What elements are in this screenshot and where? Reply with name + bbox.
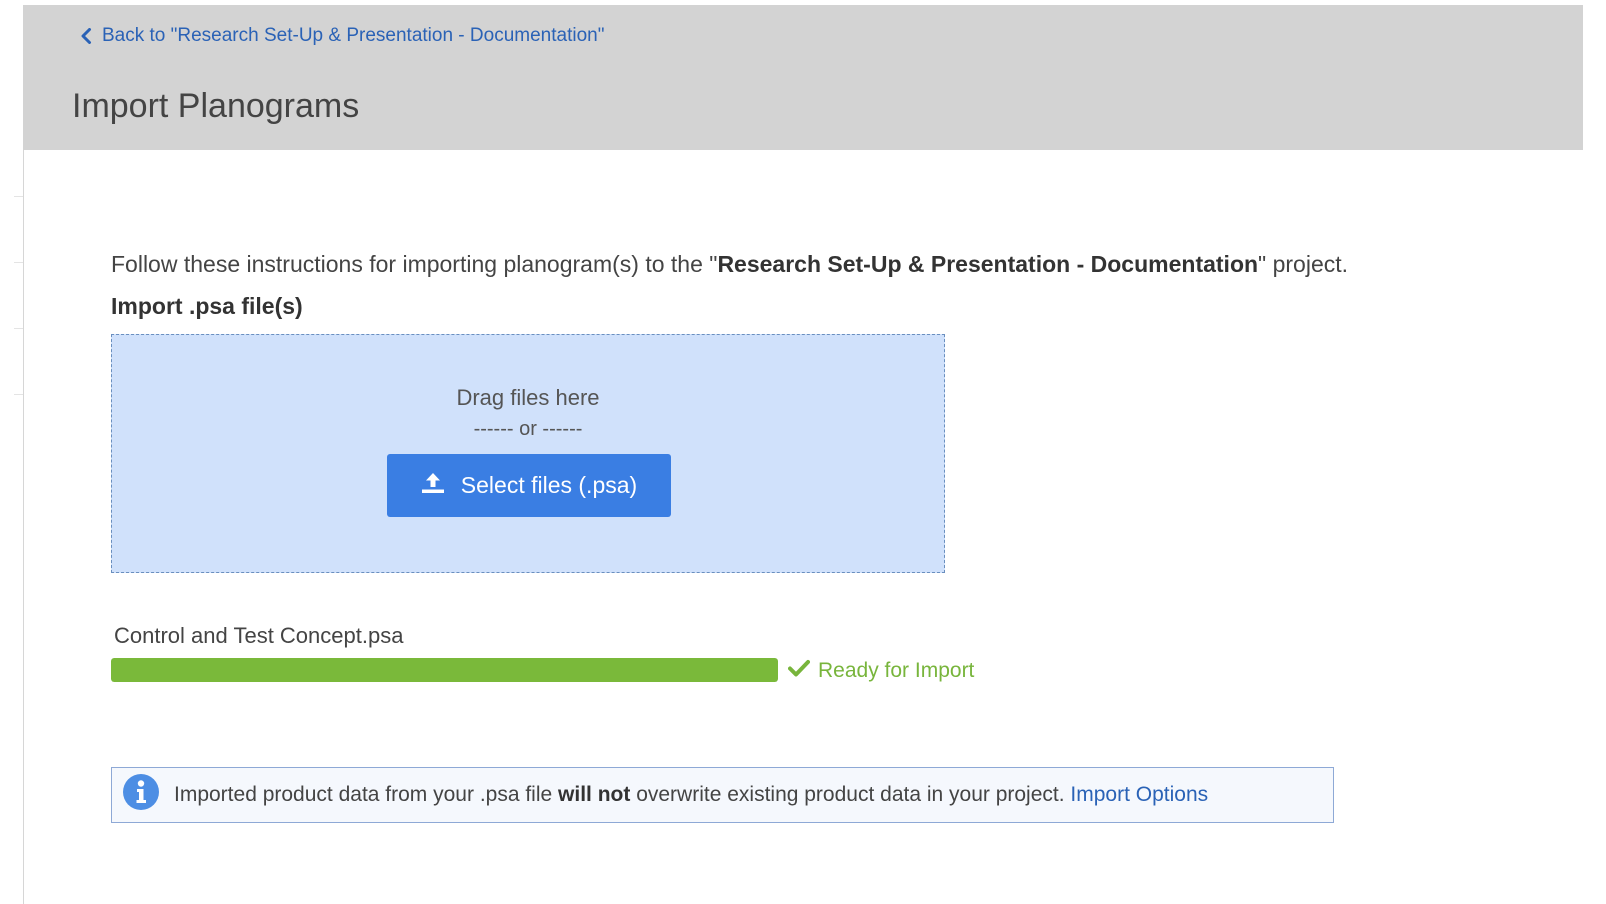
select-files-button[interactable]: Select files (.psa) — [387, 454, 671, 517]
project-name: Research Set-Up & Presentation - Documen… — [717, 251, 1259, 277]
info-circle-icon — [122, 773, 160, 817]
import-notice: Imported product data from your .psa fil… — [111, 767, 1334, 823]
upload-progress-bar — [111, 658, 778, 682]
drag-files-text: Drag files here — [456, 385, 600, 410]
upload-status-text: Ready for Import — [818, 659, 975, 682]
notice-text-after: overwrite existing product data in your … — [630, 783, 1071, 806]
chevron-left-icon — [80, 28, 92, 44]
back-link-label: Back to "Research Set-Up & Presentation … — [102, 25, 605, 46]
notice-text-bold: will not — [558, 783, 631, 806]
page-left-tick — [14, 394, 23, 395]
import-notice-text: Imported product data from your .psa fil… — [174, 783, 1208, 807]
import-section-label: Import .psa file(s) — [111, 293, 303, 319]
file-dropzone[interactable]: Drag files here ------ or ------ Select … — [111, 334, 945, 573]
page-left-tick — [14, 262, 23, 263]
page-left-tick — [14, 328, 23, 329]
page-left-tick — [14, 196, 23, 197]
instructions-suffix: " project. — [1258, 251, 1349, 277]
page-title: Import Planograms — [72, 87, 360, 125]
instructions-text: Follow these instructions for importing … — [111, 251, 1348, 278]
page: Back to "Research Set-Up & Presentation … — [0, 0, 1606, 904]
select-files-label: Select files (.psa) — [460, 472, 638, 498]
upload-icon — [421, 472, 445, 500]
uploaded-file-name: Control and Test Concept.psa — [114, 623, 404, 648]
upload-progress-fill — [111, 658, 778, 682]
import-options-link[interactable]: Import Options — [1070, 783, 1208, 806]
notice-text-before: Imported product data from your .psa fil… — [174, 783, 559, 806]
check-icon — [788, 659, 810, 683]
instructions-prefix: Follow these instructions for importing … — [111, 251, 718, 277]
back-link[interactable]: Back to "Research Set-Up & Presentation … — [80, 25, 604, 47]
page-left-border — [23, 150, 24, 904]
page-header: Back to "Research Set-Up & Presentation … — [23, 5, 1583, 150]
or-separator: ------ or ------ — [473, 418, 583, 440]
upload-status: Ready for Import — [788, 659, 974, 683]
